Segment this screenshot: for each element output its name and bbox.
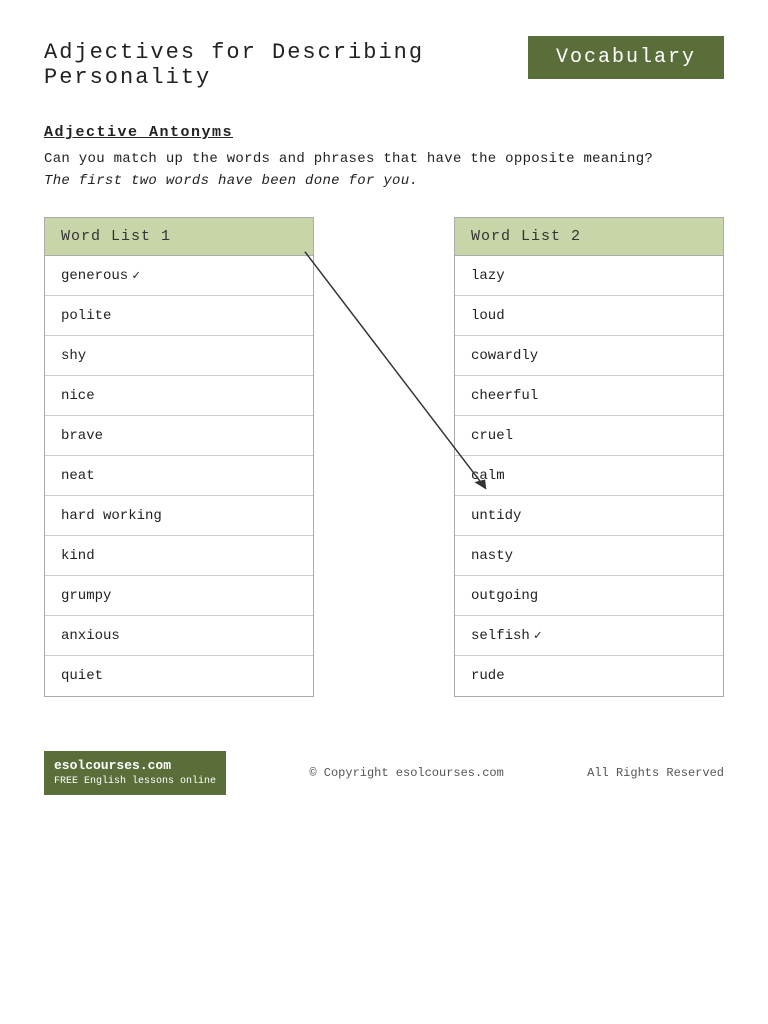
list-item: nasty — [455, 536, 723, 576]
checkmark: ✓ — [534, 628, 542, 643]
page-footer: esolcourses.com FREE English lessons onl… — [0, 733, 768, 813]
list-item: loud — [455, 296, 723, 336]
word-list-2: Word List 2 lazy loud cowardly cheerful … — [454, 217, 724, 697]
list-item: lazy — [455, 256, 723, 296]
section-title: Adjective Antonyms — [44, 124, 724, 141]
list-item: shy — [45, 336, 313, 376]
site-name: esolcourses.com — [54, 757, 216, 775]
word-list-2-header: Word List 2 — [455, 218, 723, 256]
list-item: anxious — [45, 616, 313, 656]
list-item: cheerful — [455, 376, 723, 416]
checkmark: ✓ — [132, 268, 140, 283]
list-item: untidy — [455, 496, 723, 536]
word-list-1-header: Word List 1 — [45, 218, 313, 256]
vocab-badge: Vocabulary — [528, 36, 724, 79]
page-header: Adjectives for Describing Personality Vo… — [0, 0, 768, 100]
list-item: polite — [45, 296, 313, 336]
list-item: grumpy — [45, 576, 313, 616]
instruction-1: Can you match up the words and phrases t… — [44, 151, 724, 167]
footer-rights: All Rights Reserved — [587, 766, 724, 780]
footer-tagline: FREE English lessons online — [54, 775, 216, 789]
list-item: selfish ✓ — [455, 616, 723, 656]
list-item: cruel — [455, 416, 723, 456]
list-item: hard working — [45, 496, 313, 536]
word-list-1: Word List 1 generous ✓ polite shy nice b… — [44, 217, 314, 697]
list-item: kind — [45, 536, 313, 576]
list-item: rude — [455, 656, 723, 696]
list-item: outgoing — [455, 576, 723, 616]
footer-copyright: © Copyright esolcourses.com — [309, 766, 503, 780]
list-item: brave — [45, 416, 313, 456]
list-item: generous ✓ — [45, 256, 313, 296]
list-item: neat — [45, 456, 313, 496]
page-title: Adjectives for Describing Personality — [44, 40, 528, 90]
list-item: quiet — [45, 656, 313, 696]
lists-container: Word List 1 generous ✓ polite shy nice b… — [0, 217, 768, 697]
list-item: nice — [45, 376, 313, 416]
footer-logo: esolcourses.com FREE English lessons onl… — [44, 751, 226, 795]
list-item: calm — [455, 456, 723, 496]
list-item: cowardly — [455, 336, 723, 376]
instruction-2: The first two words have been done for y… — [44, 173, 724, 189]
